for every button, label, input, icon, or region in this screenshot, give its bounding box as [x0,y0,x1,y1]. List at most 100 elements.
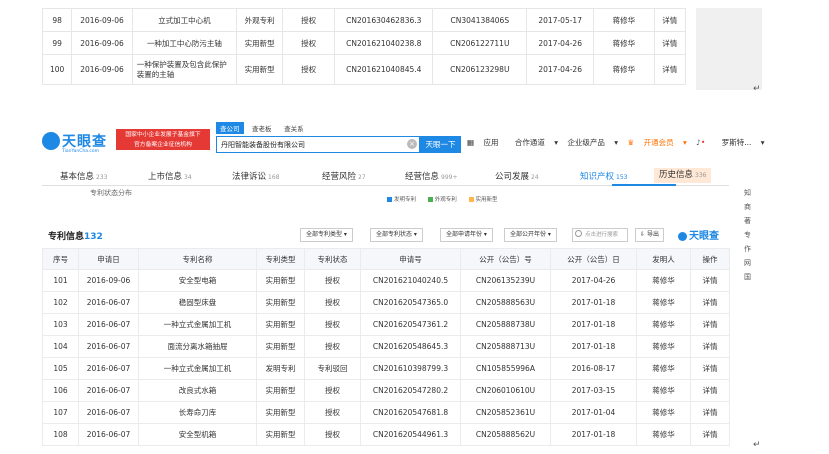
table-row: 104 2016-06-07 面流分离水箱抽屉 实用新型 授权 CN20162054864… [42,335,730,358]
search-input[interactable]: 丹阳智能装备股份有限公司 [216,136,420,153]
clear-icon[interactable]: × [407,139,417,149]
row-inventor[interactable]: 蒋修华 [593,54,655,85]
col-apply-date[interactable]: 申请日 [78,248,139,270]
table-row: 108 2016-06-07 安全型机箱 实用新型 授权 CN201620544961.3… [42,423,730,446]
search-tab-company[interactable]: 查公司 [216,122,244,134]
logo-url: TianYanCha.com [62,149,100,154]
row-apply-no: CN201620547361.2 [360,313,461,336]
search-button[interactable]: 天眼一下 [420,136,461,153]
row-inventor[interactable]: 蒋修华 [593,8,655,32]
sidebar-item[interactable]: 国 [744,270,764,284]
row-detail-link[interactable]: 详情 [653,8,687,32]
filter-publish-year[interactable]: 全部公开年份 ▾ [504,228,557,242]
row-publish-date: 2017-01-18 [550,313,637,336]
row-inventor[interactable]: 蒋修华 [636,269,691,292]
nav-user[interactable]: 罗斯特... ▾ [722,138,765,147]
col-apply-no: 申请号 [360,248,461,270]
row-inventor[interactable]: 蒋修华 [636,291,691,314]
row-patent-name: 安全型电箱 [138,269,257,292]
nav-enterprise[interactable]: 企业级产品 ▾ [567,138,618,147]
row-detail-link[interactable]: 详情 [690,357,730,380]
tab-business-info[interactable]: 经营信息 999+ [405,170,458,182]
promo-line-2: 官方备案企业征信机构 [134,142,192,148]
legend-invention[interactable]: 发明专利 [387,197,416,203]
sidebar-item[interactable]: 知 [744,186,764,200]
legend-design[interactable]: 外观专利 [427,197,457,203]
nav-app[interactable]: ▦ 应用 [467,138,505,147]
sidebar-item[interactable]: 专 [744,228,764,242]
row-patent-name: 长寿命刀库 [138,401,257,424]
row-apply-no: CN201630462836.3 [334,8,434,32]
patent-table: 序号 申请日 专利名称 专利类型 专利状态 申请号 公开（公告）号 公开（公告）… [42,248,730,446]
row-publish-date: 2017-05-17 [526,8,595,32]
row-patent-name: 安全型机箱 [138,423,257,446]
tab-development[interactable]: 公司发展 24 [495,170,539,182]
row-inventor[interactable]: 蒋修华 [636,401,691,424]
tab-history[interactable]: 历史信息 336 [654,168,712,183]
export-button[interactable]: ⇩ 导出 [635,228,664,242]
logo[interactable]: 天眼查 TianYanCha.com [42,128,112,158]
row-apply-date: 2016-06-07 [78,379,139,402]
right-sidebar: 知 商 著 专 作 网 国 [744,186,764,284]
sidebar-item[interactable]: 商 [744,200,764,214]
row-patent-status: 授权 [282,54,336,85]
sidebar-item[interactable]: 作 [744,242,764,256]
row-inventor[interactable]: 蒋修华 [636,423,691,446]
row-detail-link[interactable]: 详情 [690,335,730,358]
tab-basic-info[interactable]: 基本信息 233 [60,170,107,182]
row-detail-link[interactable]: 详情 [653,31,687,55]
row-detail-link[interactable]: 详情 [690,313,730,336]
row-detail-link[interactable]: 详情 [690,379,730,402]
search-tab-relation[interactable]: 查关系 [280,122,308,134]
row-patent-type: 实用新型 [236,31,284,55]
row-apply-no: CN201620548645.3 [360,335,461,358]
row-patent-type: 实用新型 [256,423,305,446]
nav-vip[interactable]: ♛ 开通会员 ▾ [627,138,686,147]
row-inventor[interactable]: 蒋修华 [636,357,691,380]
row-detail-link[interactable]: 详情 [690,269,730,292]
row-detail-link[interactable]: 详情 [653,54,687,85]
grid-icon: ▦ [467,138,477,147]
row-apply-no: CN201620547365.0 [360,291,461,314]
filter-patent-status[interactable]: 全部专利状态 ▾ [370,228,423,242]
row-apply-date: 2016-06-07 [78,313,139,336]
tab-business-risk[interactable]: 经营风险 27 [322,170,366,182]
sidebar-item[interactable]: 著 [744,214,764,228]
tab-ip[interactable]: 知识产权 153 [580,170,627,182]
row-publish-no: CN205888713U [460,335,551,358]
row-patent-name: 一种立式金属加工机 [138,313,257,336]
row-detail-link[interactable]: 详情 [690,423,730,446]
legend-utility[interactable]: 实用新型 [468,197,498,203]
previous-page-table: 98 2016-09-06 立式加工中心机 外观专利 授权 CN201630462836.… [41,8,687,85]
row-publish-no: CN206135239U [460,269,551,292]
row-patent-status: 授权 [304,313,361,336]
row-detail-link[interactable]: 详情 [690,401,730,424]
promo-line-1: 国家中小企业发展子基金旗下 [125,132,201,138]
bell-icon[interactable]: ♪• [696,138,712,147]
search-tab-boss[interactable]: 查老板 [248,122,276,134]
row-index: 104 [42,335,79,358]
col-index: 序号 [42,248,79,270]
filter-patent-type[interactable]: 全部专利类型 ▾ [300,228,353,242]
row-index: 105 [42,357,79,380]
row-inventor[interactable]: 蒋修华 [636,313,691,336]
sidebar-item[interactable]: 网 [744,256,764,270]
tab-listing-info[interactable]: 上市信息 34 [148,170,192,182]
row-apply-date: 2016-09-06 [71,54,133,85]
row-apply-date: 2016-06-07 [78,423,139,446]
row-inventor[interactable]: 蒋修华 [636,379,691,402]
filter-apply-year[interactable]: 全部申请年份 ▾ [440,228,493,242]
col-publish-date[interactable]: 公开（公告）日 [550,248,637,270]
row-publish-date: 2017-01-18 [550,423,637,446]
site-header: 天眼查 TianYanCha.com 国家中小企业发展子基金旗下 官方备案企业征… [42,122,829,164]
logo-eye-icon [678,231,687,241]
side-gray-panel [696,8,762,90]
row-patent-status: 授权 [304,379,361,402]
row-inventor[interactable]: 蒋修华 [593,31,655,55]
nav-cooperation[interactable]: 合作通道 ▾ [515,138,558,147]
row-inventor[interactable]: 蒋修华 [636,335,691,358]
row-detail-link[interactable]: 详情 [690,291,730,314]
row-patent-name: 稳固型床盘 [138,291,257,314]
tab-lawsuits[interactable]: 法律诉讼 168 [232,170,279,182]
col-publish-no: 公开（公告）号 [460,248,551,270]
